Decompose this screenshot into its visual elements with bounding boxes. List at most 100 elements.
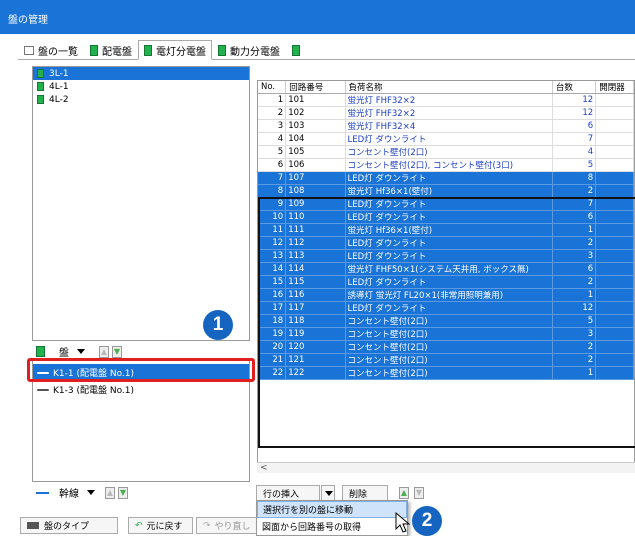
cell-switch[interactable]	[595, 184, 634, 198]
table-row[interactable]: 13 113 LED灯 ダウンライト 3	[258, 249, 634, 263]
cell-load-name[interactable]: コンセント壁付(2口)	[345, 340, 553, 354]
tab-distribution-board[interactable]: 配電盤	[84, 40, 138, 60]
circuit-grid[interactable]: No. 回路番号 負荷名称 台数 開閉器 1 101 蛍光灯 FHF32×2 12 2 1…	[257, 80, 635, 463]
feeder-item[interactable]: K1-3 (配電盤 No.1)	[33, 381, 249, 398]
tree-item[interactable]: 3L-1	[33, 67, 249, 80]
cell-load-name[interactable]: 蛍光灯 Hf36×1(壁付)	[345, 223, 553, 237]
cell-count[interactable]: 2	[552, 353, 597, 367]
table-row[interactable]: 14 114 蛍光灯 FHF50×1(システム天井用, ボックス無) 6	[258, 262, 634, 276]
cell-switch[interactable]	[595, 197, 634, 211]
cell-switch[interactable]	[595, 353, 634, 367]
cell-count[interactable]: 12	[552, 106, 597, 120]
table-row[interactable]: 10 110 LED灯 ダウンライト 6	[258, 210, 634, 224]
tree-item[interactable]: 4L-2	[33, 93, 249, 106]
cell-circuit[interactable]: 106	[285, 158, 346, 172]
cell-switch[interactable]	[595, 236, 634, 250]
table-row[interactable]: 15 115 LED灯 ダウンライト 2	[258, 275, 634, 289]
cell-count[interactable]: 5	[552, 158, 597, 172]
cell-count[interactable]: 2	[552, 275, 597, 289]
cell-count[interactable]: 2	[552, 340, 597, 354]
cell-count[interactable]: 5	[552, 314, 597, 328]
table-row[interactable]: 2 102 蛍光灯 FHF32×2 12	[258, 106, 634, 120]
cell-circuit[interactable]: 103	[285, 119, 346, 133]
cell-no[interactable]: 22	[258, 366, 287, 380]
cell-no[interactable]: 18	[258, 314, 287, 328]
cell-no[interactable]: 5	[258, 145, 287, 159]
tab-panel-list[interactable]: 盤の一覧	[18, 40, 84, 60]
cell-no[interactable]: 16	[258, 288, 287, 302]
cell-load-name[interactable]: コンセント壁付(2口)	[345, 366, 553, 380]
cell-switch[interactable]	[595, 119, 634, 133]
table-row[interactable]: 22 122 コンセント壁付(2口) 1	[258, 366, 634, 380]
cell-load-name[interactable]: LED灯 ダウンライト	[345, 197, 553, 211]
cell-load-name[interactable]: 蛍光灯 FHF32×2	[345, 93, 553, 107]
undo-button[interactable]: ↶ 元に戻す	[128, 517, 193, 534]
table-row[interactable]: 5 105 コンセント壁付(2口) 4	[258, 145, 634, 159]
cell-switch[interactable]	[595, 106, 634, 120]
cell-load-name[interactable]: 誘導灯 蛍光灯 FL20×1(非常用照明兼用)	[345, 288, 553, 302]
redo-button[interactable]: ↷ やり直し	[196, 517, 261, 534]
col-header[interactable]: 台数	[552, 81, 597, 94]
cell-count[interactable]: 12	[552, 93, 597, 107]
cell-circuit[interactable]: 120	[285, 340, 346, 354]
cell-circuit[interactable]: 118	[285, 314, 346, 328]
cell-circuit[interactable]: 102	[285, 106, 346, 120]
cell-switch[interactable]	[595, 275, 634, 289]
cell-load-name[interactable]: LED灯 ダウンライト	[345, 132, 553, 146]
cell-load-name[interactable]: LED灯 ダウンライト	[345, 236, 553, 250]
cell-circuit[interactable]: 122	[285, 366, 346, 380]
table-row[interactable]: 12 112 LED灯 ダウンライト 2	[258, 236, 634, 250]
cell-count[interactable]: 8	[552, 171, 597, 185]
col-header[interactable]: 負荷名称	[345, 81, 553, 94]
menu-item-move-rows[interactable]: 選択行を別の盤に移動	[257, 501, 407, 518]
table-row[interactable]: 1 101 蛍光灯 FHF32×2 12	[258, 93, 634, 107]
cell-count[interactable]: 3	[552, 327, 597, 341]
move-down-icon[interactable]: ▼	[112, 345, 122, 358]
cell-switch[interactable]	[595, 93, 634, 107]
cell-no[interactable]: 20	[258, 340, 287, 354]
cell-load-name[interactable]: LED灯 ダウンライト	[345, 210, 553, 224]
cell-count[interactable]: 12	[552, 301, 597, 315]
cell-count[interactable]: 7	[552, 132, 597, 146]
cell-circuit[interactable]: 116	[285, 288, 346, 302]
cell-load-name[interactable]: LED灯 ダウンライト	[345, 301, 553, 315]
tree-item[interactable]: 4L-1	[33, 80, 249, 93]
table-row[interactable]: 6 106 コンセント壁付(2口), コンセント壁付(3口) 5	[258, 158, 634, 172]
cell-switch[interactable]	[595, 366, 634, 380]
cell-no[interactable]: 12	[258, 236, 287, 250]
cell-circuit[interactable]: 105	[285, 145, 346, 159]
cell-count[interactable]: 3	[552, 249, 597, 263]
panel-green-icon[interactable]	[36, 346, 45, 357]
menu-item-get-circuit-numbers[interactable]: 図面から回路番号の取得	[257, 518, 407, 535]
table-row[interactable]: 8 108 蛍光灯 Hf36×1(壁付) 2	[258, 184, 634, 198]
cell-no[interactable]: 3	[258, 119, 287, 133]
scroll-left-icon[interactable]: <	[260, 463, 268, 473]
chevron-down-icon[interactable]	[77, 349, 85, 354]
cell-count[interactable]: 6	[552, 119, 597, 133]
cell-circuit[interactable]: 104	[285, 132, 346, 146]
cell-switch[interactable]	[595, 249, 634, 263]
cell-no[interactable]: 2	[258, 106, 287, 120]
table-row[interactable]: 16 116 誘導灯 蛍光灯 FL20×1(非常用照明兼用) 1	[258, 288, 634, 302]
cell-switch[interactable]	[595, 340, 634, 354]
table-row[interactable]: 9 109 LED灯 ダウンライト 7	[258, 197, 634, 211]
move-down-icon[interactable]: ▼	[118, 486, 128, 499]
cell-count[interactable]: 2	[552, 184, 597, 198]
cell-load-name[interactable]: 蛍光灯 Hf36×1(壁付)	[345, 184, 553, 198]
cell-count[interactable]: 2	[552, 236, 597, 250]
cell-count[interactable]: 1	[552, 288, 597, 302]
horizontal-scrollbar[interactable]: <	[257, 462, 635, 473]
cell-switch[interactable]	[595, 145, 634, 159]
cell-switch[interactable]	[595, 327, 634, 341]
tab-power-panel[interactable]: 動力分電盤	[212, 40, 286, 60]
cell-switch[interactable]	[595, 171, 634, 185]
cell-circuit[interactable]: 108	[285, 184, 346, 198]
cell-circuit[interactable]: 119	[285, 327, 346, 341]
cell-circuit[interactable]: 114	[285, 262, 346, 276]
cell-no[interactable]: 11	[258, 223, 287, 237]
cell-switch[interactable]	[595, 223, 634, 237]
table-row[interactable]: 19 119 コンセント壁付(2口) 3	[258, 327, 634, 341]
cell-no[interactable]: 19	[258, 327, 287, 341]
table-row[interactable]: 7 107 LED灯 ダウンライト 8	[258, 171, 634, 185]
table-row[interactable]: 21 121 コンセント壁付(2口) 2	[258, 353, 634, 367]
